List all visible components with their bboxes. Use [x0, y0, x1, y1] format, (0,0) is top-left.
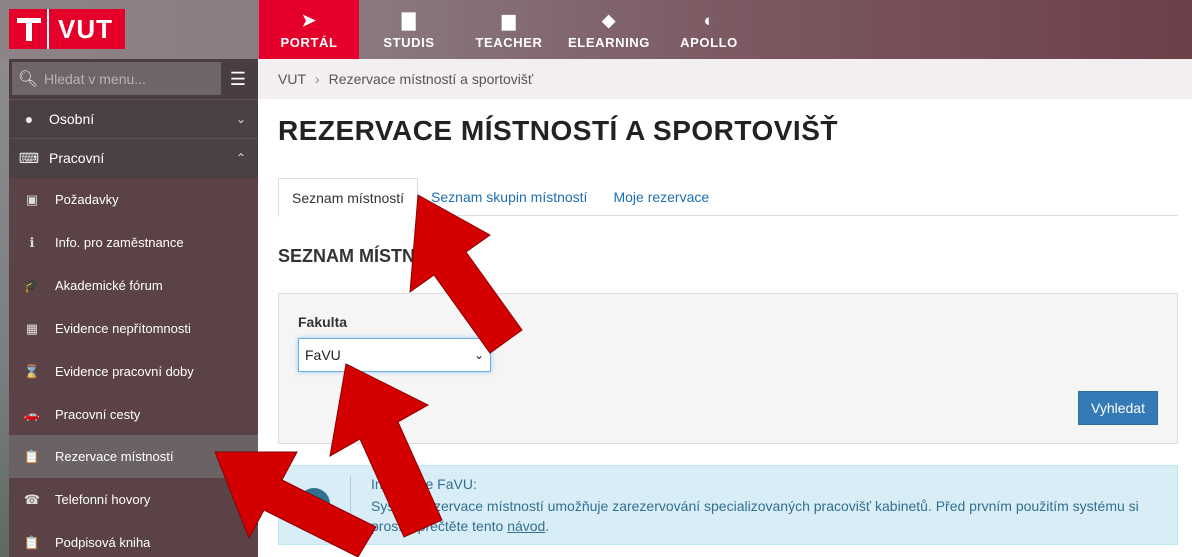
tab-seznam-mistnosti[interactable]: Seznam místností	[278, 178, 419, 217]
sidebar-item-akademicke-forum[interactable]: 🎓 Akademické fórum	[9, 264, 258, 307]
keyboard-icon: ⌨	[18, 149, 40, 166]
sidebar-item-label: Podpisová kniha	[55, 535, 151, 550]
section-title: SEZNAM MÍSTNOSTÍ	[278, 246, 457, 266]
info-divider	[350, 476, 351, 536]
vut-logo[interactable]: VUT	[9, 9, 125, 49]
terminal-icon: ▣	[25, 191, 39, 207]
nav-label: ELEARNING	[568, 35, 650, 50]
sidebar-item-label: Evidence nepřítomnosti	[55, 321, 191, 336]
info-circle-icon: i	[298, 488, 330, 520]
sidebar-section-pracovni[interactable]: ⌨ Pracovní ⌃	[9, 138, 258, 177]
sidebar-item-label: Evidence pracovní doby	[55, 364, 194, 379]
sidebar-item-podpisova-kniha[interactable]: 📋 Podpisová kniha	[9, 521, 258, 557]
graduation-cap-icon: ◆	[602, 11, 616, 30]
hourglass-icon: ⌛	[23, 363, 41, 379]
guide-link[interactable]: návod	[507, 518, 545, 534]
info-end: .	[545, 518, 550, 534]
sidebar-background-edge	[0, 59, 9, 557]
nav-label: PORTÁL	[280, 35, 338, 50]
info-text: Systém rezervace místností umožňuje zare…	[371, 496, 1161, 536]
info-body: Systém rezervace místností umožňuje zare…	[371, 498, 1139, 534]
chevron-down-icon: ⌄	[473, 348, 484, 362]
search-icon: 🔍︎	[17, 70, 39, 88]
info-icon: ℹ	[29, 234, 35, 250]
sidebar-item-evidence-nepritomnosti[interactable]: ▦ Evidence nepřítomnosti	[9, 307, 258, 350]
briefcase-icon: ▆	[502, 11, 516, 30]
sidebar-item-telefonni-hovory[interactable]: ☎ Telefonní hovory	[9, 478, 258, 521]
faculty-select[interactable]: FaVU ⌄	[298, 338, 491, 372]
nav-label: APOLLO	[680, 35, 738, 50]
sidebar-item-info[interactable]: ℹ Info. pro zaměstnance	[9, 221, 258, 264]
nav-apollo[interactable]: ◐ APOLLO	[659, 0, 759, 59]
phone-icon: ☎	[23, 491, 41, 507]
sidebar-item-pracovni-cesty[interactable]: 🚗 Pracovní cesty	[9, 393, 258, 436]
sidebar-item-label: Telefonní hovory	[55, 492, 151, 507]
sidebar-section-osobni[interactable]: ● Osobní ⌄	[9, 99, 258, 138]
clipboard-icon: 📋	[23, 534, 41, 550]
tab-seznam-skupin-mistnosti[interactable]: Seznam skupin místností	[418, 178, 600, 216]
faculty-select-value: FaVU	[305, 347, 341, 363]
book-icon: ▇	[402, 11, 416, 30]
chevron-down-icon: ⌄	[235, 112, 246, 126]
nav-portal[interactable]: ➤ PORTÁL	[259, 0, 359, 59]
faculty-label: Fakulta	[298, 314, 348, 330]
breadcrumb-separator-icon: ›	[315, 71, 320, 87]
nav-studis[interactable]: ▇ STUDIS	[359, 0, 459, 59]
apollo-flame-icon: ◐	[703, 11, 715, 30]
tabs: Seznam místností Seznam skupin místností…	[278, 178, 1178, 217]
binders-icon: ▦	[25, 320, 39, 336]
menu-search-input[interactable]	[44, 70, 214, 87]
menu-search: 🔍︎	[12, 62, 221, 95]
page-title: REZERVACE MÍSTNOSTÍ A SPORTOVIŠŤ	[278, 115, 838, 146]
nav-teacher[interactable]: ▆ TEACHER	[459, 0, 559, 59]
nav-label: STUDIS	[383, 35, 435, 50]
paper-plane-icon: ➤	[301, 11, 317, 30]
sidebar-item-label: Požadavky	[55, 192, 119, 207]
nav-label: TEACHER	[475, 35, 543, 50]
logo-text: VUT	[58, 13, 113, 44]
sidebar-item-pozadavky[interactable]: ▣ Požadavky	[9, 178, 258, 221]
chevron-up-icon: ⌃	[235, 151, 246, 165]
clipboard-check-icon: 📋	[23, 448, 41, 464]
main-nav: ➤ PORTÁL ▇ STUDIS ▆ TEACHER ◆ ELEARNING …	[259, 0, 759, 59]
search-button[interactable]: Vyhledat	[1078, 391, 1158, 425]
graduation-cap-icon: 🎓	[23, 277, 41, 293]
breadcrumb-root[interactable]: VUT	[278, 71, 306, 87]
nav-elearning[interactable]: ◆ ELEARNING	[559, 0, 659, 59]
user-icon: ●	[24, 111, 34, 127]
sidebar-item-label: Akademické fórum	[55, 278, 163, 293]
logo-t-mark	[9, 9, 49, 49]
tab-moje-rezervace[interactable]: Moje rezervace	[600, 178, 722, 216]
sidebar-item-rezervace-mistnosti[interactable]: 📋 Rezervace místností	[9, 435, 258, 478]
breadcrumb-current: Rezervace místností a sportovišť	[328, 71, 534, 87]
sidebar-section-label: Osobní	[49, 111, 95, 127]
info-title: Informace FaVU:	[371, 476, 477, 492]
sidebar-item-label: Info. pro zaměstnance	[55, 235, 184, 250]
sidebar-section-label: Pracovní	[49, 150, 105, 166]
breadcrumb: VUT › Rezervace místností a sportovišť	[258, 59, 1192, 99]
sidebar-item-label: Rezervace místností	[55, 449, 174, 464]
sidebar-item-evidence-pracovni-doby[interactable]: ⌛ Evidence pracovní doby	[9, 350, 258, 393]
sidebar-item-label: Pracovní cesty	[55, 407, 141, 422]
menu-list-icon[interactable]: ☰	[226, 67, 250, 91]
car-icon: 🚗	[23, 406, 41, 422]
